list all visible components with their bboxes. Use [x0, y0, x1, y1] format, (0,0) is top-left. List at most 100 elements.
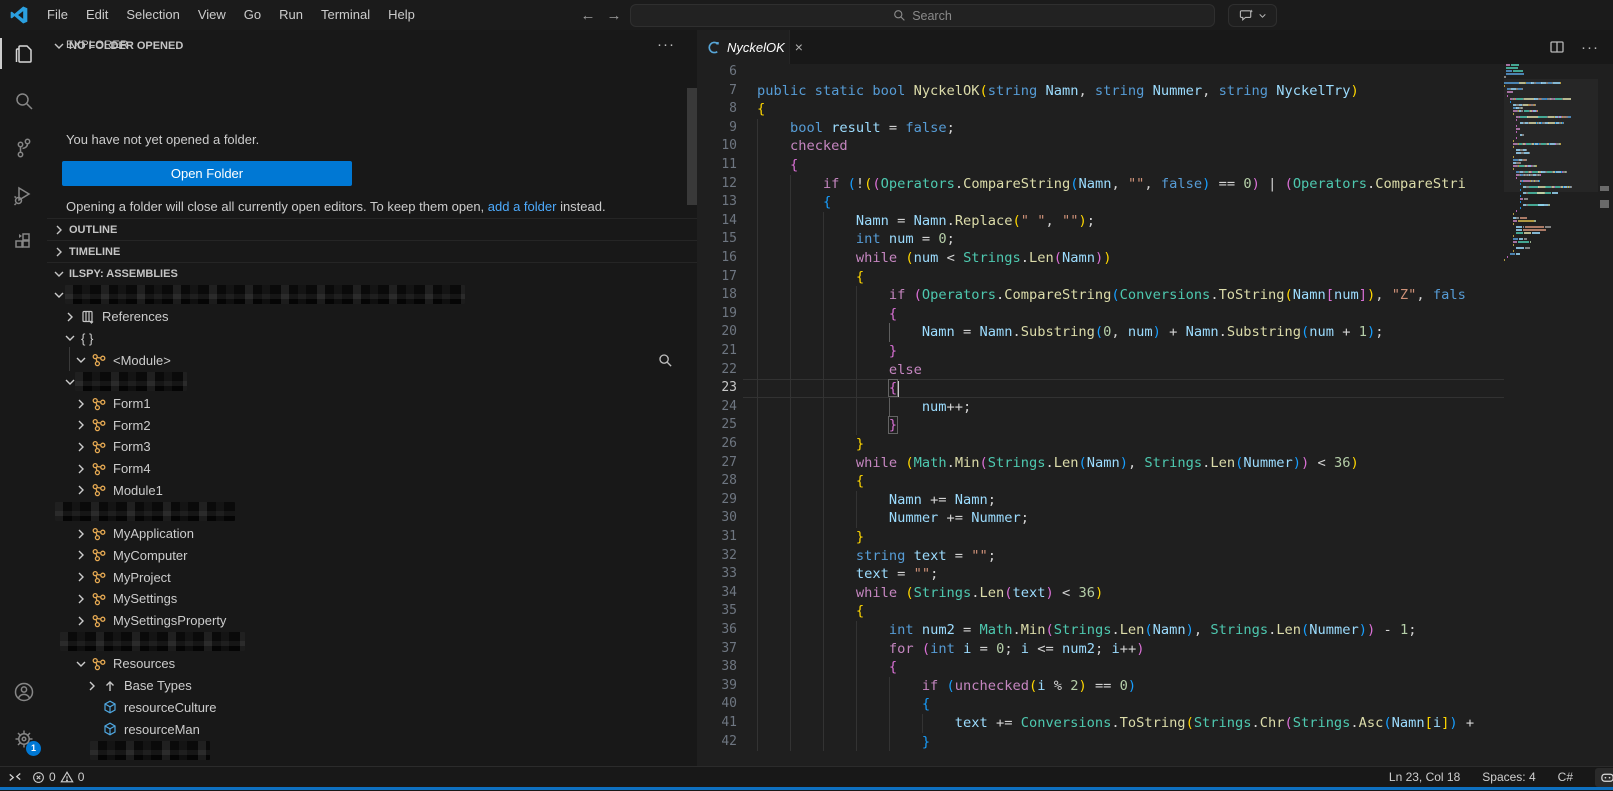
- tree-twisty[interactable]: [73, 656, 89, 672]
- go-back-button[interactable]: ←: [578, 7, 598, 24]
- code-line-33[interactable]: 33 text = "";: [697, 565, 1613, 584]
- code-line-16[interactable]: 16 while (num < Strings.Len(Namn)): [697, 249, 1613, 268]
- code-line-28[interactable]: 28 {: [697, 472, 1613, 491]
- code-editor[interactable]: 67public static bool NyckelOK(string Nam…: [697, 64, 1613, 766]
- section-outline[interactable]: OUTLINE: [47, 218, 697, 240]
- tree-twisty[interactable]: [73, 591, 89, 607]
- activitybar-extensions[interactable]: [0, 218, 47, 265]
- tree-twisty[interactable]: [62, 309, 78, 325]
- code-line-30[interactable]: 30 Nummer += Nummer;: [697, 509, 1613, 528]
- tree-twisty[interactable]: [73, 482, 89, 498]
- command-center-search[interactable]: Search: [630, 4, 1215, 27]
- remote-indicator-icon[interactable]: [8, 770, 22, 784]
- tree-item-references[interactable]: References: [47, 306, 697, 328]
- tree-item--module-[interactable]: <Module>: [47, 349, 697, 371]
- code-line-12[interactable]: 12 if (!((Operators.CompareString(Namn, …: [697, 175, 1613, 194]
- tree-row-search-action[interactable]: [658, 353, 673, 368]
- code-line-6[interactable]: 6: [697, 64, 1613, 82]
- menu-view[interactable]: View: [189, 4, 235, 26]
- activitybar-settings[interactable]: 1: [0, 715, 47, 762]
- section-no-folder-opened[interactable]: NO FOLDER OPENED: [51, 38, 183, 54]
- code-line-20[interactable]: 20 Namn = Namn.Substring(0, num) + Namn.…: [697, 323, 1613, 342]
- code-line-15[interactable]: 15 int num = 0;: [697, 230, 1613, 249]
- tree-twisty[interactable]: [73, 352, 89, 368]
- code-line-42[interactable]: 42 }: [697, 733, 1613, 752]
- more-actions-icon[interactable]: ···: [657, 36, 675, 53]
- activitybar-source-control[interactable]: [0, 124, 47, 171]
- activitybar-explorer[interactable]: [0, 30, 47, 77]
- language-mode-status[interactable]: C#: [1558, 770, 1573, 784]
- code-line-18[interactable]: 18 if (Operators.CompareString(Conversio…: [697, 286, 1613, 305]
- tree-twisty[interactable]: [73, 547, 89, 563]
- tree-item-redacted[interactable]: [47, 740, 697, 762]
- more-actions-icon[interactable]: ···: [1581, 39, 1599, 56]
- tree-twisty[interactable]: [73, 613, 89, 629]
- menu-edit[interactable]: Edit: [77, 4, 117, 26]
- code-line-26[interactable]: 26 }: [697, 435, 1613, 454]
- tree-item-mycomputer[interactable]: MyComputer: [47, 544, 697, 566]
- code-line-36[interactable]: 36 int num2 = Math.Min(Strings.Len(Namn)…: [697, 621, 1613, 640]
- tree-twisty[interactable]: [73, 461, 89, 477]
- tree-item-myproject[interactable]: MyProject: [47, 566, 697, 588]
- code-line-14[interactable]: 14 Namn = Namn.Replace(" ", "");: [697, 212, 1613, 231]
- tree-item-redacted[interactable]: [47, 631, 697, 653]
- section-timeline[interactable]: TIMELINE: [47, 240, 697, 262]
- tree-twisty[interactable]: [73, 569, 89, 585]
- tree-item--[interactable]: { }: [47, 327, 697, 349]
- tree-item-resourceman[interactable]: resourceMan: [47, 718, 697, 740]
- tree-item-myapplication[interactable]: MyApplication: [47, 523, 697, 545]
- section-ilspy-assemblies[interactable]: ILSPY: ASSEMBLIES: [47, 262, 697, 284]
- code-line-29[interactable]: 29 Namn += Namn;: [697, 491, 1613, 510]
- code-line-40[interactable]: 40 {: [697, 695, 1613, 714]
- tree-item-resources[interactable]: Resources: [47, 653, 697, 675]
- code-line-25[interactable]: 25 }: [697, 416, 1613, 435]
- copilot-chat-button[interactable]: [1228, 4, 1277, 27]
- activitybar-accounts[interactable]: [0, 668, 47, 715]
- open-folder-button[interactable]: Open Folder: [62, 161, 352, 186]
- menu-run[interactable]: Run: [270, 4, 312, 26]
- indentation-status[interactable]: Spaces: 4: [1482, 770, 1535, 784]
- code-line-31[interactable]: 31 }: [697, 528, 1613, 547]
- tree-twisty[interactable]: [62, 330, 78, 346]
- tree-twisty[interactable]: [73, 439, 89, 455]
- tree-item-form4[interactable]: Form4: [47, 458, 697, 480]
- activitybar-search[interactable]: [0, 77, 47, 124]
- code-line-10[interactable]: 10 checked: [697, 137, 1613, 156]
- code-line-35[interactable]: 35 {: [697, 602, 1613, 621]
- tree-item-redacted[interactable]: [47, 501, 697, 523]
- code-line-13[interactable]: 13 {: [697, 193, 1613, 212]
- tree-twisty[interactable]: [84, 678, 100, 694]
- code-line-8[interactable]: 8{: [697, 100, 1613, 119]
- code-line-19[interactable]: 19 {: [697, 305, 1613, 324]
- code-line-34[interactable]: 34 while (Strings.Len(text) < 36): [697, 584, 1613, 603]
- menu-selection[interactable]: Selection: [117, 4, 188, 26]
- code-line-22[interactable]: 22 else: [697, 361, 1613, 380]
- menu-help[interactable]: Help: [379, 4, 424, 26]
- code-line-7[interactable]: 7public static bool NyckelOK(string Namn…: [697, 82, 1613, 101]
- add-a-folder-link[interactable]: add a folder: [488, 199, 557, 214]
- menu-terminal[interactable]: Terminal: [312, 4, 379, 26]
- code-line-32[interactable]: 32 string text = "";: [697, 547, 1613, 566]
- code-line-11[interactable]: 11 {: [697, 156, 1613, 175]
- code-line-39[interactable]: 39 if (unchecked(i % 2) == 0): [697, 677, 1613, 696]
- menu-file[interactable]: File: [38, 4, 77, 26]
- tree-item-module1[interactable]: Module1: [47, 479, 697, 501]
- menu-go[interactable]: Go: [235, 4, 270, 26]
- copilot-status-icon[interactable]: [1595, 768, 1613, 787]
- split-editor-icon[interactable]: [1549, 39, 1565, 55]
- tree-twisty[interactable]: [73, 417, 89, 433]
- problems-status[interactable]: 0 0: [32, 770, 84, 784]
- tree-item-redacted[interactable]: [47, 371, 697, 393]
- tree-item-form3[interactable]: Form3: [47, 436, 697, 458]
- code-line-21[interactable]: 21 }: [697, 342, 1613, 361]
- tree-twisty[interactable]: [73, 396, 89, 412]
- go-forward-button[interactable]: →: [604, 7, 624, 24]
- code-line-27[interactable]: 27 while (Math.Min(Strings.Len(Namn), St…: [697, 454, 1613, 473]
- code-line-37[interactable]: 37 for (int i = 0; i <= num2; i++): [697, 640, 1613, 659]
- tree-item-form2[interactable]: Form2: [47, 414, 697, 436]
- tab-nyckelok[interactable]: NyckelOK ×: [697, 30, 790, 64]
- close-icon[interactable]: ×: [795, 39, 803, 55]
- tree-item-form1[interactable]: Form1: [47, 393, 697, 415]
- tree-item-resourceculture[interactable]: resourceCulture: [47, 696, 697, 718]
- tree-twisty[interactable]: [73, 526, 89, 542]
